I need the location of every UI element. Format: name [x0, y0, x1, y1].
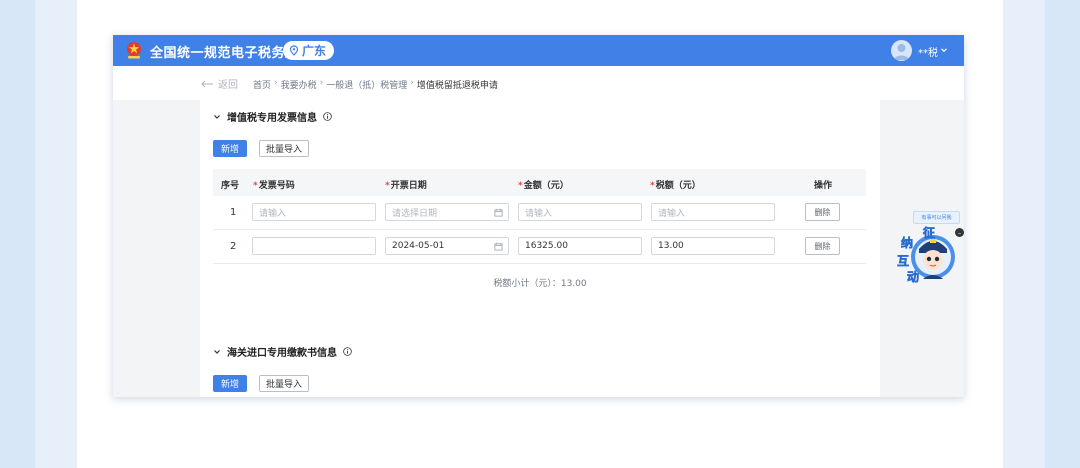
info-icon[interactable]: [323, 112, 332, 121]
row-index: 2: [230, 241, 237, 252]
breadcrumb-item-current: 增值税留抵退税申请: [416, 81, 498, 91]
user-icon: [894, 44, 909, 60]
app-title: 全国统一规范电子税务局: [150, 46, 299, 61]
required-mark: *: [385, 181, 390, 191]
column-header-tax: *税额（元）: [650, 178, 701, 191]
date-placeholder: 请选择日期: [392, 208, 438, 219]
delete-button[interactable]: 删除: [805, 203, 840, 221]
section-title: 海关进口专用缴款书信息: [227, 348, 337, 359]
batch-import-button[interactable]: 批量导入: [259, 375, 309, 392]
invoice-number-input[interactable]: [252, 237, 376, 255]
background-band-left: [35, 0, 77, 468]
calendar-icon: [494, 208, 503, 217]
mascot-char: 互: [897, 254, 909, 268]
breadcrumb-separator: ›: [319, 78, 324, 88]
column-header-label: 税额（元）: [655, 181, 701, 191]
amount-input[interactable]: 请输入: [518, 203, 642, 221]
batch-import-button[interactable]: 批量导入: [259, 140, 309, 157]
top-bar: 全国统一规范电子税务局 广东 **税: [113, 35, 964, 66]
tax-emblem-icon: [127, 42, 141, 59]
row-index: 1: [230, 207, 237, 218]
amount-input[interactable]: 16325.00: [518, 237, 642, 255]
breadcrumb: 首页 › 我要办税 › 一般退（抵）税管理 › 增值税留抵退税申请: [253, 78, 498, 91]
mascot-char: 征: [923, 225, 935, 240]
background-stripe-right: [1045, 0, 1080, 468]
breadcrumb-bar: 返回 首页 › 我要办税 › 一般退（抵）税管理 › 增值税留抵退税申请: [113, 66, 964, 100]
region-label: 广东: [302, 44, 327, 58]
mascot-char: 动: [907, 270, 919, 284]
add-customs-button[interactable]: 新增: [213, 375, 247, 392]
app-window: 全国统一规范电子税务局 广东 **税 返回 首页 › 我要办税 › 一般退（抵）…: [113, 35, 964, 397]
column-header-label: 金额（元）: [523, 181, 569, 191]
avatar[interactable]: [891, 40, 912, 61]
breadcrumb-separator: ›: [410, 78, 414, 88]
breadcrumb-item-tax[interactable]: 我要办税: [281, 78, 317, 91]
column-header-date: *开票日期: [385, 178, 427, 191]
section-vat-invoice-header[interactable]: 增值税专用发票信息: [213, 109, 332, 124]
table-row: 2 2024-05-01 16325.00 13.00 删除: [213, 230, 866, 264]
table-row: 1 请输入 请选择日期 请输入 请输入 删除: [213, 196, 866, 230]
arrow-left-icon: [201, 80, 213, 87]
column-header-action: 操作: [814, 181, 833, 191]
column-header-label: 发票号码: [258, 181, 295, 191]
column-header-index: 序号: [221, 181, 240, 191]
breadcrumb-separator: ›: [274, 78, 278, 88]
invoice-number-input[interactable]: 请输入: [252, 203, 376, 221]
mascot-tooltip[interactable]: 有事可以问我: [913, 211, 960, 224]
required-mark: *: [253, 181, 258, 191]
chevron-down-icon[interactable]: [939, 45, 949, 55]
mascot-assistant-icon[interactable]: 征 纳 互 动: [893, 225, 959, 285]
chevron-down-icon[interactable]: [213, 348, 221, 356]
chevron-down-icon[interactable]: [213, 113, 221, 121]
breadcrumb-item-refund-mgmt[interactable]: 一般退（抵）税管理: [326, 78, 407, 91]
delete-button[interactable]: 删除: [805, 237, 840, 255]
info-icon[interactable]: [343, 347, 352, 356]
mascot-char: 纳: [901, 235, 913, 250]
date-picker[interactable]: 2024-05-01: [385, 237, 509, 255]
column-header-invoice-no: *发票号码: [253, 178, 295, 191]
background-band-right: [1003, 0, 1045, 468]
date-value: 2024-05-01: [392, 241, 445, 251]
main-content: 增值税专用发票信息 新增 批量导入 序号 *发票号码 *开票日期 *金额（元） …: [200, 100, 880, 397]
required-mark: *: [650, 181, 655, 191]
required-mark: *: [518, 181, 523, 191]
tax-input[interactable]: 13.00: [651, 237, 775, 255]
calendar-icon: [494, 242, 503, 251]
column-header-label: 开票日期: [390, 181, 427, 191]
user-name[interactable]: **税: [918, 44, 938, 59]
breadcrumb-item-home[interactable]: 首页: [253, 78, 271, 91]
back-link[interactable]: 返回: [200, 76, 238, 91]
location-pin-icon: [289, 45, 299, 56]
tax-input[interactable]: 请输入: [651, 203, 775, 221]
table-header: 序号 *发票号码 *开票日期 *金额（元） *税额（元） 操作: [213, 169, 866, 196]
tax-subtotal: 税额小计（元）：13.00: [493, 279, 587, 289]
column-header-amount: *金额（元）: [518, 178, 569, 191]
section-title: 增值税专用发票信息: [227, 113, 317, 124]
date-picker[interactable]: 请选择日期: [385, 203, 509, 221]
close-icon[interactable]: –: [955, 228, 964, 237]
add-invoice-button[interactable]: 新增: [213, 140, 247, 157]
region-selector[interactable]: 广东: [283, 41, 335, 60]
back-label: 返回: [218, 80, 238, 91]
background-stripe-left: [0, 0, 35, 468]
section-customs-header[interactable]: 海关进口专用缴款书信息: [213, 344, 352, 359]
